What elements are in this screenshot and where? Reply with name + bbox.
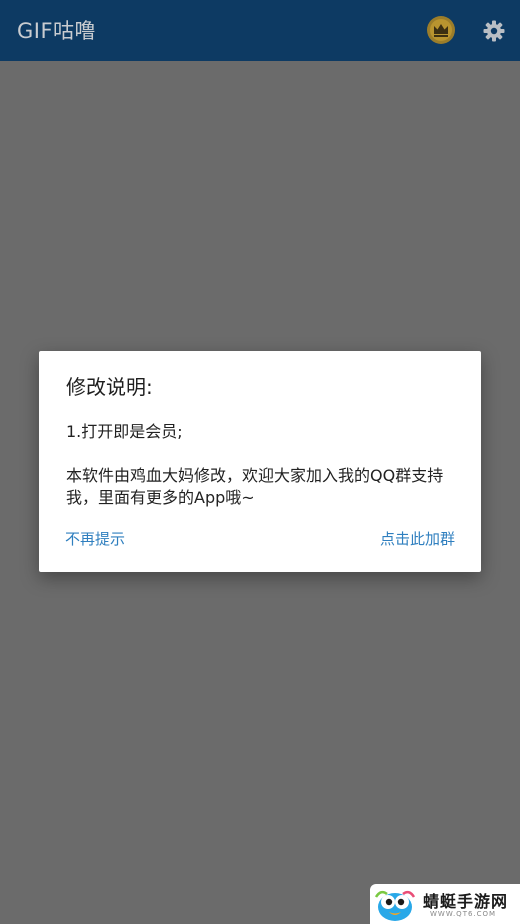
gear-icon (483, 20, 505, 42)
dialog-line-2: 本软件由鸡血大妈修改，欢迎大家加入我的QQ群支持我，里面有更多的App哦~ (66, 466, 444, 507)
crown-icon (427, 16, 455, 44)
site-watermark: 蜻蜓手游网 WWW.QT6.COM (370, 884, 520, 924)
settings-button[interactable] (482, 19, 506, 43)
app-bar: GIF咕噜 (0, 0, 520, 61)
watermark-url: WWW.QT6.COM (430, 910, 497, 918)
dialog-line-1: 1.打开即是会员; (66, 422, 183, 441)
dragonfly-logo-icon (374, 890, 416, 921)
dialog-title: 修改说明: (66, 375, 153, 399)
watermark-name: 蜻蜓手游网 (423, 892, 509, 911)
join-group-button[interactable]: 点击此加群 (380, 528, 455, 549)
app-title: GIF咕噜 (17, 19, 97, 43)
modification-notice-dialog: 修改说明: 1.打开即是会员; 本软件由鸡血大妈修改，欢迎大家加入我的QQ群支持… (39, 351, 481, 572)
dont-show-again-button[interactable]: 不再提示 (65, 528, 125, 549)
premium-crown-button[interactable] (426, 15, 456, 45)
dialog-message: 1.打开即是会员; 本软件由鸡血大妈修改，欢迎大家加入我的QQ群支持我，里面有更… (66, 421, 464, 509)
